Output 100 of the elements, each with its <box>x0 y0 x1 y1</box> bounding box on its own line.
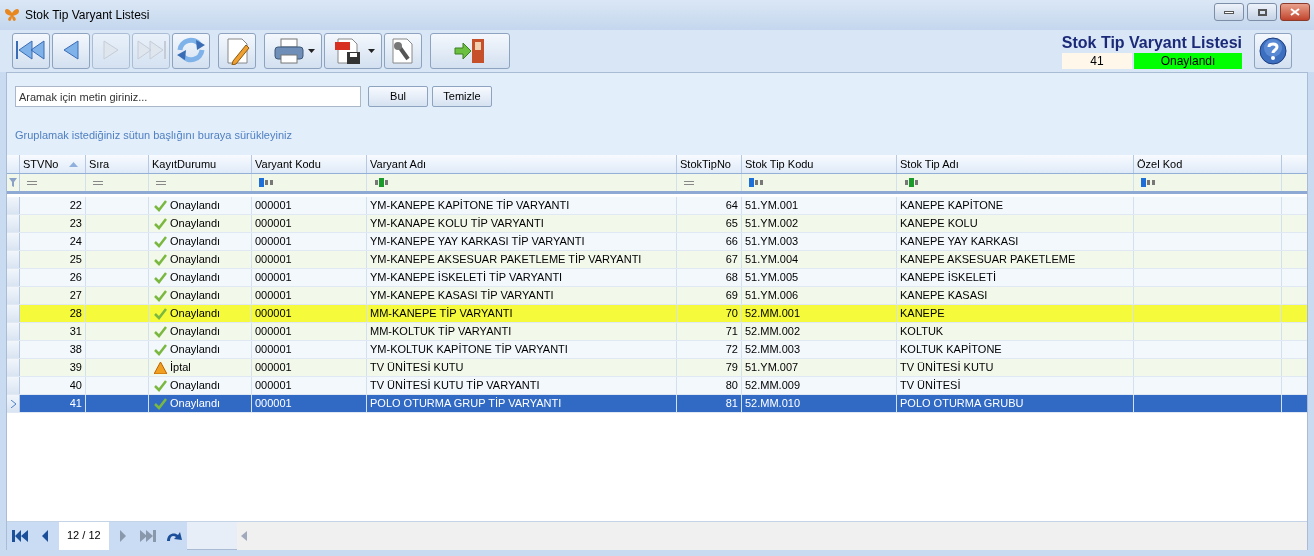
window-title: Stok Tip Varyant Listesi <box>25 7 150 24</box>
table-cell-text: 39 <box>69 360 82 376</box>
table-row[interactable]: 38 Onaylandı 000001 YM-KOLTUK KAPİTONE TİP VARYANTI 72 52.MM.003 KOLTUK KAPİTONE <box>7 341 1307 359</box>
table-cell-text: Onaylandı <box>170 234 221 250</box>
warning-icon <box>154 361 167 374</box>
horizontal-scrollbar[interactable] <box>236 521 1307 550</box>
check-icon <box>154 325 167 338</box>
table-cell-text: Onaylandı <box>170 288 221 304</box>
help-button[interactable] <box>1254 33 1292 69</box>
table-cell-text: 70 <box>725 306 738 322</box>
column-header[interactable]: Stok Tip Adı <box>897 155 1134 173</box>
table-cell-text: 66 <box>725 234 738 250</box>
table-cell-text: 51.YM.007 <box>745 360 799 376</box>
record-number: 41 <box>1062 53 1132 69</box>
table-cell-text: KANEPE YAY KARKASI <box>900 234 1019 250</box>
last-page-icon[interactable] <box>138 528 157 543</box>
table-cell-text: 71 <box>725 324 738 340</box>
page-position: 12 / 12 <box>59 521 109 550</box>
search-field[interactable]: Aramak için metin giriniz... <box>15 86 361 107</box>
table-cell-text: TV ÜNİTESİ KUTU TİP VARYANTI <box>370 378 540 394</box>
table-cell-text: Onaylandı <box>170 270 221 286</box>
toolbar-button[interactable] <box>324 33 382 69</box>
table-cell-text: 51.YM.006 <box>745 288 799 304</box>
text-filter-icon[interactable] <box>749 178 765 187</box>
equals-filter-icon[interactable] <box>684 180 694 185</box>
table-cell-text: 26 <box>69 270 82 286</box>
table-row[interactable]: 40 Onaylandı 000001 TV ÜNİTESİ KUTU TİP VARYANTI 80 52.MM.009 TV ÜNİTESİ <box>7 377 1307 395</box>
table-cell-text: 80 <box>725 378 738 394</box>
scroll-left-icon[interactable] <box>240 530 247 541</box>
close-button[interactable] <box>1280 3 1310 21</box>
table-cell-text: 52.MM.003 <box>745 342 801 358</box>
help-icon <box>1259 37 1287 65</box>
search-panel-button[interactable]: Temizle <box>432 86 492 107</box>
check-icon <box>154 289 167 302</box>
table-cell-text: YM-KOLTUK KAPİTONE TİP VARYANTI <box>370 342 568 358</box>
equals-filter-icon[interactable] <box>156 180 166 185</box>
column-header[interactable]: Varyant Kodu <box>252 155 367 173</box>
toolbar-button[interactable] <box>384 33 422 69</box>
table-cell-text: 25 <box>69 252 82 268</box>
table-row[interactable]: 24 Onaylandı 000001 YM-KANEPE YAY KARKASI TİP VARYANTI 66 51.YM.003 KANEPE YAY KARKASI <box>7 233 1307 251</box>
table-cell-text: 000001 <box>255 306 292 322</box>
text-filter-icon[interactable] <box>904 178 920 187</box>
table-cell-text: YM-KANEPE KAPİTONE TİP VARYANTI <box>370 198 570 214</box>
table-cell-text: İptal <box>170 360 191 376</box>
first-page-icon[interactable] <box>11 528 29 543</box>
table-cell-text: KANEPE KAPİTONE <box>900 198 1004 214</box>
filter-icon[interactable] <box>9 178 17 187</box>
group-hint: Gruplamak istediğiniz sütun başlığını buraya sürükleyiniz <box>15 128 293 143</box>
minimize-button[interactable] <box>1214 3 1244 21</box>
text-filter-icon[interactable] <box>374 178 390 187</box>
table-cell-text: TV ÜNİTESİ KUTU <box>900 360 994 376</box>
check-icon <box>154 397 167 410</box>
table-cell-text: YM-KANEPE AKSESUAR PAKETLEME TİP VARYANTI <box>370 252 642 268</box>
table-cell-text: 23 <box>69 216 82 232</box>
row-indicator[interactable] <box>7 395 20 412</box>
table-cell-text: POLO OTURMA GRUBU <box>900 396 1024 412</box>
table-cell-text: 52.MM.002 <box>745 324 801 340</box>
column-header[interactable]: StokTipNo <box>677 155 742 173</box>
column-header[interactable]: Varyant Adı <box>367 155 677 173</box>
table-cell-text: KANEPE <box>900 306 945 322</box>
column-header[interactable]: Stok Tip Kodu <box>742 155 897 173</box>
table-cell-text: 51.YM.004 <box>745 252 799 268</box>
table-row[interactable]: 39 İptal 000001 TV ÜNİTESİ KUTU 79 51.YM.007 TV ÜNİTESİ KUTU <box>7 359 1307 377</box>
text-filter-icon[interactable] <box>259 178 275 187</box>
equals-filter-icon[interactable] <box>93 180 103 185</box>
table-cell-text: Onaylandı <box>170 324 221 340</box>
table-cell-text: YM-KANEPE YAY KARKASI TİP VARYANTI <box>370 234 585 250</box>
table-cell-text: Onaylandı <box>170 306 221 322</box>
table-row[interactable]: 41 Onaylandı 000001 POLO OTURMA GRUP TİP VARYANTI 81 52.MM.010 POLO OTURMA GRUBU <box>7 395 1307 413</box>
table-cell-text: Onaylandı <box>170 198 221 214</box>
column-header[interactable]: Özel Kod <box>1134 155 1282 173</box>
column-header[interactable]: Sıra <box>86 155 149 173</box>
table-row[interactable]: 31 Onaylandı 000001 MM-KOLTUK TİP VARYANTI 71 52.MM.002 KOLTUK <box>7 323 1307 341</box>
table-row[interactable]: 27 Onaylandı 000001 YM-KANEPE KASASI TİP VARYANTI 69 51.YM.006 KANEPE KASASI <box>7 287 1307 305</box>
table-cell-text: 000001 <box>255 216 292 232</box>
column-header[interactable]: STVNo <box>20 155 86 173</box>
table-cell-text: POLO OTURMA GRUP TİP VARYANTI <box>370 396 562 412</box>
table-cell-text: Onaylandı <box>170 396 221 412</box>
check-icon <box>154 253 167 266</box>
table-cell-text: 51.YM.001 <box>745 198 799 214</box>
table-row[interactable]: 28 Onaylandı 000001 MM-KANEPE TİP VARYANTI 70 52.MM.001 KANEPE <box>7 305 1307 323</box>
text-filter-icon[interactable] <box>1141 178 1157 187</box>
dropdown-caret-icon <box>307 49 315 53</box>
table-row[interactable]: 26 Onaylandı 000001 YM-KANEPE İSKELETİ TİP VARYANTI 68 51.YM.005 KANEPE İSKELETİ <box>7 269 1307 287</box>
check-icon <box>154 235 167 248</box>
table-row[interactable]: 22 Onaylandı 000001 YM-KANEPE KAPİTONE TİP VARYANTI 64 51.YM.001 KANEPE KAPİTONE <box>7 197 1307 215</box>
equals-filter-icon[interactable] <box>27 180 37 185</box>
column-header[interactable]: KayıtDurumu <box>149 155 252 173</box>
table-cell-text: 31 <box>69 324 82 340</box>
table-cell-text: Onaylandı <box>170 216 221 232</box>
search-panel-button[interactable]: Bul <box>368 86 428 107</box>
table-cell-text: TV ÜNİTESİ KUTU <box>370 360 464 376</box>
table-row[interactable]: 23 Onaylandı 000001 YM-KANAPE KOLU TİP VARYANTI 65 51.YM.002 KANEPE KOLU <box>7 215 1307 233</box>
table-cell-text: Onaylandı <box>170 342 221 358</box>
exit-door-icon <box>453 37 487 65</box>
table-cell-text: TV ÜNİTESİ <box>900 378 961 394</box>
table-cell-text: 000001 <box>255 360 292 376</box>
maximize-button[interactable] <box>1247 3 1277 21</box>
table-cell-text: MM-KANEPE TİP VARYANTI <box>370 306 513 322</box>
table-row[interactable]: 25 Onaylandı 000001 YM-KANEPE AKSESUAR PAKETLEME TİP VARYANTI 67 51.YM.004 KANEPE AKSESUAR PAKETLEME <box>7 251 1307 269</box>
